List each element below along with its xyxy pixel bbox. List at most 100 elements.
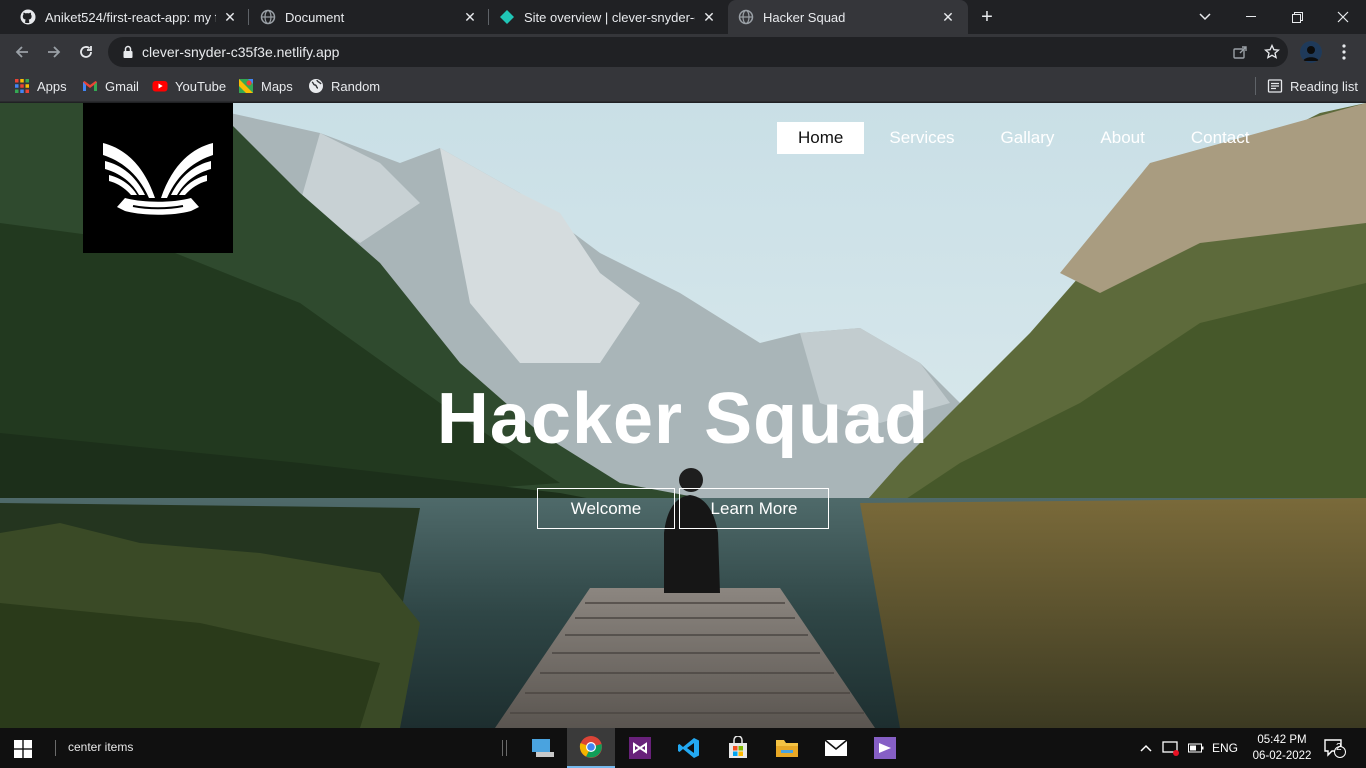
- globe-icon: [738, 9, 754, 25]
- nav-about[interactable]: About: [1079, 122, 1165, 154]
- profile-avatar[interactable]: [1300, 41, 1322, 63]
- bookmark-label: YouTube: [175, 78, 227, 94]
- new-tab-button[interactable]: +: [976, 6, 998, 28]
- bookmarks-separator: [1255, 77, 1256, 95]
- bookmark-label: Random: [331, 78, 381, 94]
- bookmark-random[interactable]: Random: [308, 76, 380, 96]
- windows-start-icon[interactable]: [14, 740, 32, 758]
- site-navigation: Home Services Gallary About Contact: [777, 122, 1274, 154]
- globe-icon: [309, 79, 323, 93]
- taskbar-divider: [506, 740, 507, 756]
- close-tab-icon[interactable]: ✕: [222, 9, 238, 25]
- taskbar-app-vs-purple[interactable]: [861, 728, 909, 768]
- battery-icon: [1188, 743, 1204, 753]
- avatar-icon: [1300, 41, 1322, 63]
- clock-time: 05:42 PM: [1257, 734, 1307, 746]
- tray-network[interactable]: [1162, 728, 1180, 768]
- site-logo[interactable]: [83, 103, 233, 253]
- store-bag-icon: [729, 736, 747, 758]
- hero-title: Hacker Squad: [436, 379, 930, 459]
- lock-icon[interactable]: [120, 44, 136, 60]
- github-icon: [20, 9, 36, 25]
- visual-studio-preview-icon: [874, 737, 896, 759]
- folder-icon: [776, 740, 798, 757]
- taskbar-search-text[interactable]: center items: [68, 740, 133, 754]
- bookmark-gmail[interactable]: Gmail: [82, 76, 139, 96]
- minimize-button[interactable]: [1228, 0, 1274, 34]
- tab-github[interactable]: Aniket524/first-react-app: my first ✕: [12, 0, 246, 34]
- reading-list-icon: [1267, 79, 1283, 93]
- taskbar-app-vscode[interactable]: [665, 728, 713, 768]
- bookmark-youtube[interactable]: YouTube: [152, 76, 226, 96]
- close-tab-icon[interactable]: ✕: [701, 9, 717, 25]
- tab-netlify[interactable]: Site overview | clever-snyder-c35f3e ✕: [491, 0, 725, 34]
- taskbar-app-store[interactable]: [714, 728, 762, 768]
- bookmark-label: Gmail: [105, 78, 139, 94]
- reading-list-button[interactable]: Reading list: [1267, 76, 1358, 96]
- taskbar-divider: [502, 740, 503, 756]
- bookmark-apps[interactable]: Apps: [14, 76, 67, 96]
- star-icon[interactable]: [1264, 44, 1280, 60]
- clock-date: 06-02-2022: [1252, 750, 1312, 762]
- bookmarks-bar: Apps Gmail YouTube Maps Random Reading l…: [0, 70, 1366, 102]
- globe-icon: [260, 9, 276, 25]
- back-arrow-icon: [15, 46, 28, 58]
- winged-emblem-icon: [103, 143, 213, 215]
- forward-arrow-icon: [48, 46, 61, 58]
- tab-title: Document: [285, 9, 345, 25]
- welcome-button[interactable]: Welcome: [537, 488, 675, 529]
- nav-gallary[interactable]: Gallary: [980, 122, 1076, 154]
- chevron-down-icon: [1199, 13, 1211, 21]
- monitor-icon: [532, 739, 554, 757]
- taskbar-app-chrome[interactable]: [567, 728, 615, 768]
- tab-separator: [488, 9, 489, 25]
- back-button[interactable]: [10, 40, 34, 64]
- nav-contact[interactable]: Contact: [1170, 122, 1271, 154]
- page-viewport: Home Services Gallary About Contact Hack…: [0, 103, 1366, 728]
- chevron-up-icon: [1140, 744, 1152, 752]
- address-bar[interactable]: clever-snyder-c35f3e.netlify.app: [108, 37, 1288, 67]
- tab-title: Aniket524/first-react-app: my first: [45, 9, 216, 25]
- bookmark-label: Maps: [261, 78, 293, 94]
- restore-button[interactable]: [1274, 0, 1320, 34]
- restore-icon: [1291, 11, 1303, 23]
- tab-search-button[interactable]: [1182, 0, 1228, 34]
- tab-strip: Aniket524/first-react-app: my first ✕ Do…: [0, 0, 1366, 34]
- bookmark-label: Apps: [37, 78, 67, 94]
- url-text: clever-snyder-c35f3e.netlify.app: [142, 44, 340, 60]
- close-tab-icon[interactable]: ✕: [462, 9, 478, 25]
- chrome-icon: [579, 736, 602, 758]
- taskbar-app-visual-studio[interactable]: [616, 728, 664, 768]
- tab-title: Hacker Squad: [763, 9, 846, 25]
- taskbar-clock[interactable]: 05:42 PM 06-02-2022: [1250, 732, 1314, 764]
- action-center-button[interactable]: 2: [1324, 728, 1346, 768]
- tab-document[interactable]: Document ✕: [252, 0, 486, 34]
- apps-grid-icon: [15, 79, 29, 93]
- nav-home[interactable]: Home: [777, 122, 865, 154]
- share-icon[interactable]: [1232, 44, 1248, 60]
- netlify-icon: [500, 10, 514, 24]
- close-window-button[interactable]: [1320, 0, 1366, 34]
- visual-studio-icon: [629, 737, 651, 759]
- taskbar-app-mail[interactable]: [812, 728, 860, 768]
- search-divider: [55, 740, 56, 756]
- nav-services[interactable]: Services: [868, 122, 975, 154]
- vscode-icon: [678, 738, 699, 758]
- reload-button[interactable]: [74, 40, 98, 64]
- reading-list-label: Reading list: [1290, 78, 1358, 94]
- mail-icon: [824, 739, 848, 756]
- bookmark-maps[interactable]: Maps: [238, 76, 293, 96]
- tray-battery[interactable]: [1188, 728, 1204, 768]
- maps-icon: [239, 79, 253, 93]
- taskbar-app-file-explorer[interactable]: [763, 728, 811, 768]
- tab-hacker-squad[interactable]: Hacker Squad ✕: [728, 0, 968, 34]
- language-indicator[interactable]: ENG: [1212, 728, 1238, 768]
- notification-count: 2: [1336, 742, 1342, 753]
- close-tab-icon[interactable]: ✕: [940, 9, 956, 25]
- taskbar-app-desktop[interactable]: [518, 728, 566, 768]
- forward-button[interactable]: [42, 40, 66, 64]
- learn-more-button[interactable]: Learn More: [679, 488, 829, 529]
- gmail-icon: [83, 81, 97, 91]
- menu-dots-icon[interactable]: [1336, 42, 1352, 62]
- tray-overflow[interactable]: [1140, 728, 1152, 768]
